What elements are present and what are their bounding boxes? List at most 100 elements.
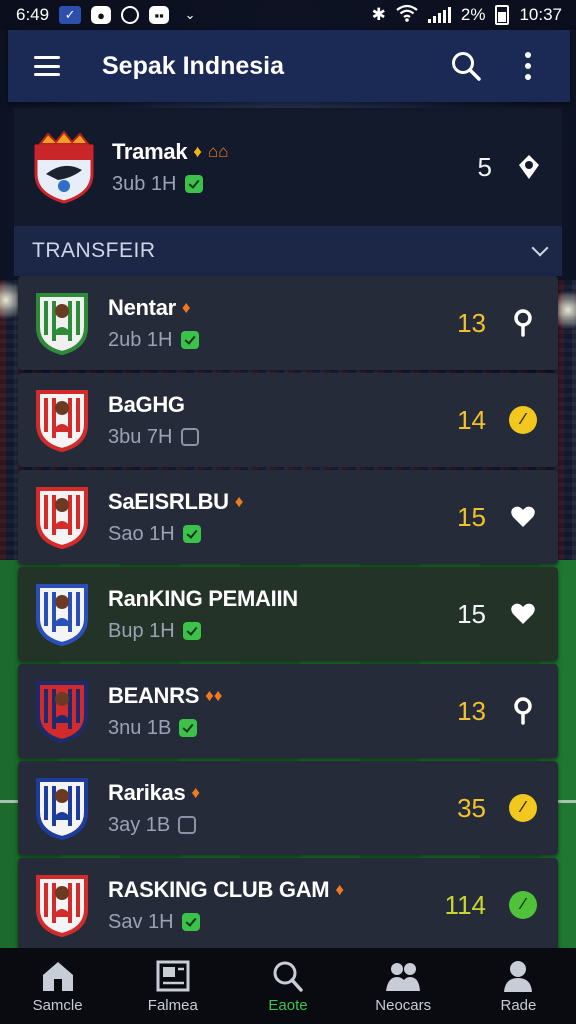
featured-club-sub: 3ub 1H bbox=[112, 172, 177, 195]
more-options-button[interactable] bbox=[508, 46, 548, 86]
location-icon[interactable] bbox=[514, 152, 544, 182]
nav-label: Falmea bbox=[147, 996, 198, 1014]
club-badge-icon: ⌂⌂ bbox=[207, 141, 229, 161]
nav-label: Eaote bbox=[268, 996, 308, 1014]
bottom-navigation: Samcle Falmea Eaote Neocars Rade bbox=[0, 948, 576, 1024]
club-list-row[interactable]: RASKING CLUB GAM ♦ Sav 1H 114 ⁄ bbox=[18, 858, 558, 952]
check-icon bbox=[180, 331, 199, 349]
club-badge-icon: ♦ bbox=[335, 879, 344, 899]
featured-score: 5 bbox=[477, 151, 492, 182]
pin-icon[interactable] bbox=[508, 696, 538, 726]
club-subtitle: 2ub 1H bbox=[108, 328, 173, 351]
chevron-icon: ⌄ bbox=[184, 7, 196, 22]
club-subtitle: 3bu 7H bbox=[108, 425, 173, 448]
battery-icon bbox=[495, 5, 510, 25]
app-title: Sepak Indnesia bbox=[102, 51, 285, 80]
nav-item-explore[interactable]: Eaote bbox=[230, 948, 345, 1024]
club-crest-icon bbox=[36, 487, 88, 549]
check-icon bbox=[182, 622, 201, 640]
green-circle-icon[interactable]: ⁄ bbox=[508, 890, 538, 920]
nav-item-profile[interactable]: Rade bbox=[461, 948, 576, 1024]
menu-icon[interactable] bbox=[34, 56, 60, 76]
club-badge-icon: ♦ bbox=[191, 782, 201, 802]
club-crest-icon bbox=[36, 390, 88, 452]
club-score: 15 bbox=[457, 598, 486, 629]
verified-icon: ✓ bbox=[59, 6, 82, 24]
check-icon bbox=[180, 428, 199, 446]
club-score: 13 bbox=[457, 307, 486, 338]
check-icon bbox=[179, 719, 198, 737]
trophy-badge-icon: ♦ bbox=[193, 141, 202, 161]
club-list-row[interactable]: BaGHG 3bu 7H 14 ⁄ bbox=[18, 373, 558, 467]
status-clock: 10:37 bbox=[519, 5, 562, 24]
featured-club-card[interactable]: Tramak ♦ ⌂⌂ 3ub 1H 5 bbox=[14, 108, 562, 226]
news-icon bbox=[156, 960, 190, 991]
featured-club-name: Tramak bbox=[112, 138, 188, 164]
club-score: 14 bbox=[457, 404, 486, 435]
club-crest-icon bbox=[36, 293, 88, 355]
club-badge-icon: ♦ bbox=[181, 297, 191, 317]
club-list-row[interactable]: BEANRS ♦♦ 3nu 1B 13 bbox=[18, 664, 558, 758]
pin-icon[interactable] bbox=[508, 308, 538, 338]
club-subtitle: 3nu 1B bbox=[108, 716, 172, 739]
club-list-row[interactable]: Rarikas ♦ 3ay 1B 35 ⁄ bbox=[18, 761, 558, 855]
nav-item-news[interactable]: Falmea bbox=[115, 948, 230, 1024]
heart-icon[interactable] bbox=[508, 599, 538, 629]
club-crest-icon bbox=[36, 778, 88, 840]
search-button[interactable] bbox=[446, 46, 486, 86]
club-score: 114 bbox=[444, 889, 486, 920]
club-name: BEANRS bbox=[108, 682, 200, 708]
club-name: RanKING PEMAIIN bbox=[108, 585, 298, 611]
more-vert-icon bbox=[525, 52, 531, 80]
nav-item-team[interactable]: Neocars bbox=[346, 948, 461, 1024]
nav-label: Neocars bbox=[375, 996, 432, 1014]
club-name: Nentar bbox=[108, 294, 176, 320]
club-list-row[interactable]: RanKING PEMAIIN Bup 1H 15 bbox=[18, 567, 558, 661]
club-subtitle: Sao 1H bbox=[108, 522, 175, 545]
section-header-transfer[interactable]: TRANSFEIR bbox=[14, 226, 562, 276]
sync-icon bbox=[121, 6, 140, 24]
nav-label: Samcle bbox=[32, 996, 83, 1014]
yellow-circle-icon[interactable]: ⁄ bbox=[508, 793, 538, 823]
home-icon bbox=[42, 961, 73, 991]
club-list-row[interactable]: Nentar ♦ 2ub 1H 13 bbox=[18, 276, 558, 370]
club-badge-icon: ♦ bbox=[234, 491, 244, 511]
club-score: 35 bbox=[457, 792, 486, 823]
check-icon bbox=[184, 175, 203, 193]
nav-item-home[interactable]: Samcle bbox=[0, 948, 115, 1024]
club-name: Rarikas bbox=[108, 779, 186, 805]
club-score: 15 bbox=[457, 501, 486, 532]
club-score: 13 bbox=[457, 695, 486, 726]
message-icon: ▪▪ bbox=[149, 6, 170, 24]
club-badge-icon: ♦♦ bbox=[205, 685, 223, 705]
main-content: Tramak ♦ ⌂⌂ 3ub 1H 5 TRANSFEIR Nentar ♦ 2u… bbox=[0, 102, 576, 952]
check-icon bbox=[182, 525, 201, 543]
check-icon bbox=[178, 816, 197, 834]
club-crest-icon bbox=[36, 584, 88, 646]
nav-label: Rade bbox=[500, 996, 537, 1014]
yellow-circle-icon[interactable]: ⁄ bbox=[508, 405, 538, 435]
bluetooth-icon: ✱ bbox=[371, 5, 386, 24]
signal-icon bbox=[427, 7, 451, 23]
app-bar: Sepak Indnesia bbox=[8, 30, 570, 102]
team-icon bbox=[386, 962, 421, 991]
battery-percent: 2% bbox=[460, 5, 486, 24]
status-bar: 6:49 ✓ ● ▪▪ ⌄ ✱ 2% 10:37 bbox=[0, 0, 576, 30]
search-icon bbox=[273, 961, 303, 992]
club-crest-icon bbox=[34, 130, 94, 204]
wifi-icon bbox=[396, 4, 418, 27]
profile-icon bbox=[504, 960, 533, 992]
club-list-row[interactable]: SaEISRLBU ♦ Sao 1H 15 bbox=[18, 470, 558, 564]
club-name: RASKING CLUB GAM bbox=[108, 876, 330, 902]
search-icon bbox=[452, 52, 481, 81]
club-name: SaEISRLBU bbox=[108, 488, 229, 514]
club-crest-icon bbox=[36, 875, 88, 937]
check-icon bbox=[181, 913, 200, 931]
section-title: TRANSFEIR bbox=[32, 239, 156, 262]
heart-icon[interactable] bbox=[508, 502, 538, 532]
app-notification-icon: ● bbox=[91, 6, 112, 24]
club-subtitle: Sav 1H bbox=[108, 910, 174, 933]
club-crest-icon bbox=[36, 681, 88, 743]
status-time: 6:49 bbox=[16, 5, 50, 24]
chevron-down-icon[interactable] bbox=[531, 239, 549, 257]
